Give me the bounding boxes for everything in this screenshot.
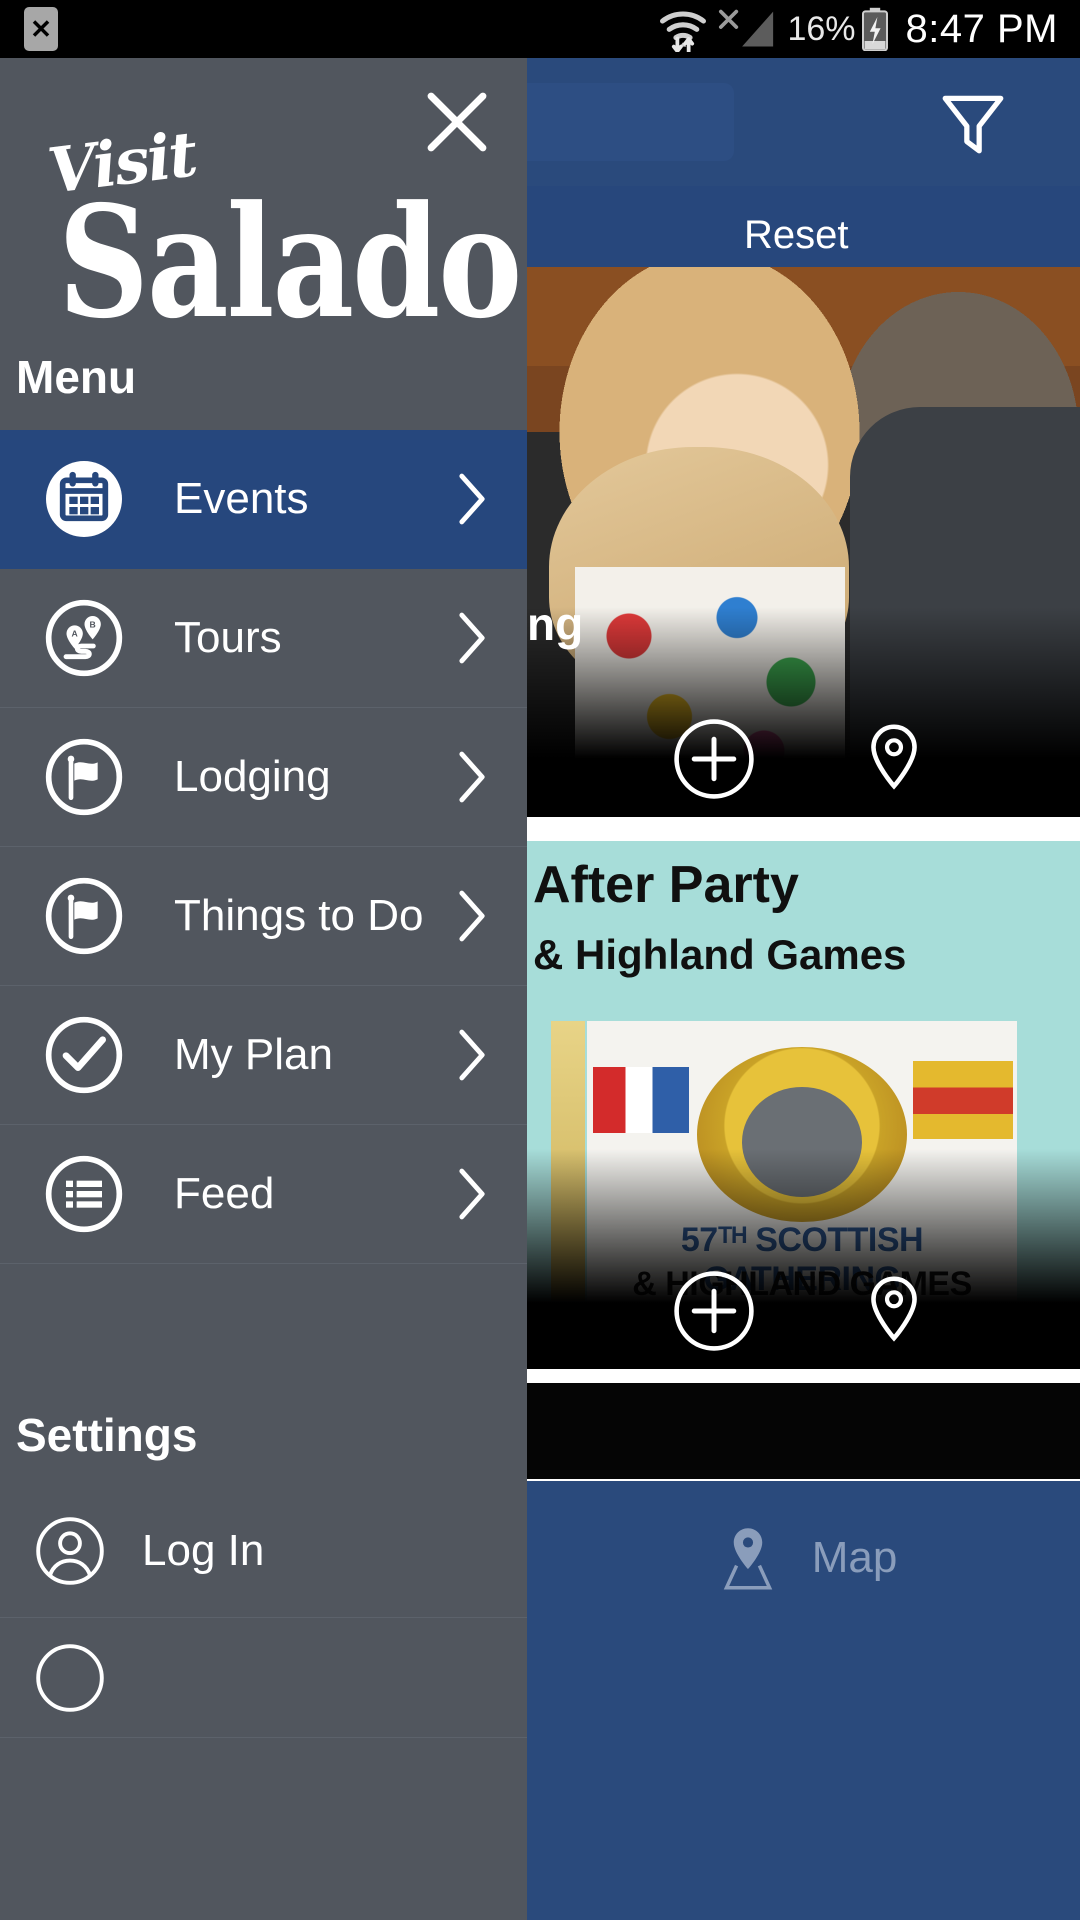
battery-percent-label: 16% bbox=[787, 9, 856, 48]
funnel-filter-icon[interactable] bbox=[936, 86, 1010, 160]
sidebar-item-label: Lodging bbox=[174, 752, 331, 801]
partial-card-strip bbox=[527, 1383, 1080, 1479]
phone-screen: Dec 7 Reset ng bbox=[0, 0, 1080, 1920]
bottom-tab-bar: Map bbox=[527, 1481, 1080, 1920]
flag-icon bbox=[44, 737, 124, 817]
plus-circle-icon[interactable] bbox=[670, 1267, 758, 1355]
clock-label: 8:47 PM bbox=[905, 6, 1058, 51]
card-actions bbox=[527, 1267, 1080, 1355]
circle-icon bbox=[34, 1642, 106, 1714]
reset-button[interactable]: Reset bbox=[744, 213, 849, 258]
map-pin-icon bbox=[710, 1520, 786, 1596]
user-avatar-icon bbox=[34, 1515, 106, 1587]
battery-charging-icon bbox=[860, 7, 890, 51]
sidebar-item-label: Events bbox=[174, 474, 309, 523]
sidebar-item-label: Things to Do bbox=[174, 891, 424, 940]
map-pin-icon[interactable] bbox=[850, 715, 938, 803]
svg-text:A: A bbox=[72, 629, 79, 639]
map-pin-icon[interactable] bbox=[850, 1267, 938, 1355]
no-signal-icon bbox=[715, 7, 777, 51]
settings-list: Log In bbox=[0, 1484, 527, 1738]
chevron-right-icon bbox=[455, 1166, 489, 1222]
status-bar: ✕ 16% 8:47 PM bbox=[0, 0, 1080, 58]
card-actions bbox=[527, 715, 1080, 803]
settings-section-heading: Settings bbox=[16, 1409, 198, 1461]
sidebar-item-label: Log In bbox=[142, 1525, 265, 1575]
sidebar-item-log-in[interactable]: Log In bbox=[0, 1484, 527, 1618]
chevron-right-icon bbox=[455, 749, 489, 805]
event-card[interactable]: After Party & Highland Games 57ᵀᴴ SCOTTI… bbox=[527, 841, 1080, 1369]
sidebar-item-tours[interactable]: A B Tours bbox=[0, 569, 527, 708]
sidebar-item-feed[interactable]: Feed bbox=[0, 1125, 527, 1264]
sidebar-item-lodging[interactable]: Lodging bbox=[0, 708, 527, 847]
sidebar-item-label: Feed bbox=[174, 1169, 275, 1218]
navigation-drawer: Visit Salado Menu Events A B Tours Lodgi… bbox=[0, 58, 527, 1920]
wifi-transfer-icon bbox=[657, 6, 709, 52]
app-close-icon: ✕ bbox=[24, 7, 58, 51]
check-circle-icon bbox=[44, 1015, 124, 1095]
menu-section-heading: Menu bbox=[16, 351, 137, 403]
chevron-right-icon bbox=[455, 1027, 489, 1083]
sidebar-item-things-to-do[interactable]: Things to Do bbox=[0, 847, 527, 986]
logo-line-salado: Salado bbox=[58, 172, 522, 353]
flag-icon bbox=[44, 876, 124, 956]
sidebar-item-my-plan[interactable]: My Plan bbox=[0, 986, 527, 1125]
tab-map[interactable]: Map bbox=[527, 1503, 1080, 1613]
sidebar-item-next[interactable] bbox=[0, 1618, 527, 1738]
sidebar-item-label: Tours bbox=[174, 613, 282, 662]
plus-circle-icon[interactable] bbox=[670, 715, 758, 803]
card-heading-line1: After Party bbox=[533, 856, 799, 914]
sidebar-item-events[interactable]: Events bbox=[0, 430, 527, 569]
tour-route-icon: A B bbox=[44, 598, 124, 678]
event-title: ng bbox=[527, 598, 584, 650]
list-icon bbox=[44, 1154, 124, 1234]
event-card[interactable]: ng bbox=[527, 267, 1080, 817]
calendar-icon bbox=[44, 459, 124, 539]
chevron-right-icon bbox=[455, 888, 489, 944]
chevron-right-icon bbox=[455, 610, 489, 666]
sidebar-item-label: My Plan bbox=[174, 1030, 333, 1079]
menu-list: Events A B Tours Lodging Things to Do My… bbox=[0, 430, 527, 1264]
tab-map-label: Map bbox=[811, 1533, 898, 1582]
brand-logo: Visit Salado bbox=[42, 117, 522, 352]
svg-text:B: B bbox=[90, 620, 96, 630]
card-heading-line2: & Highland Games bbox=[533, 931, 907, 978]
chevron-right-icon bbox=[455, 471, 489, 527]
